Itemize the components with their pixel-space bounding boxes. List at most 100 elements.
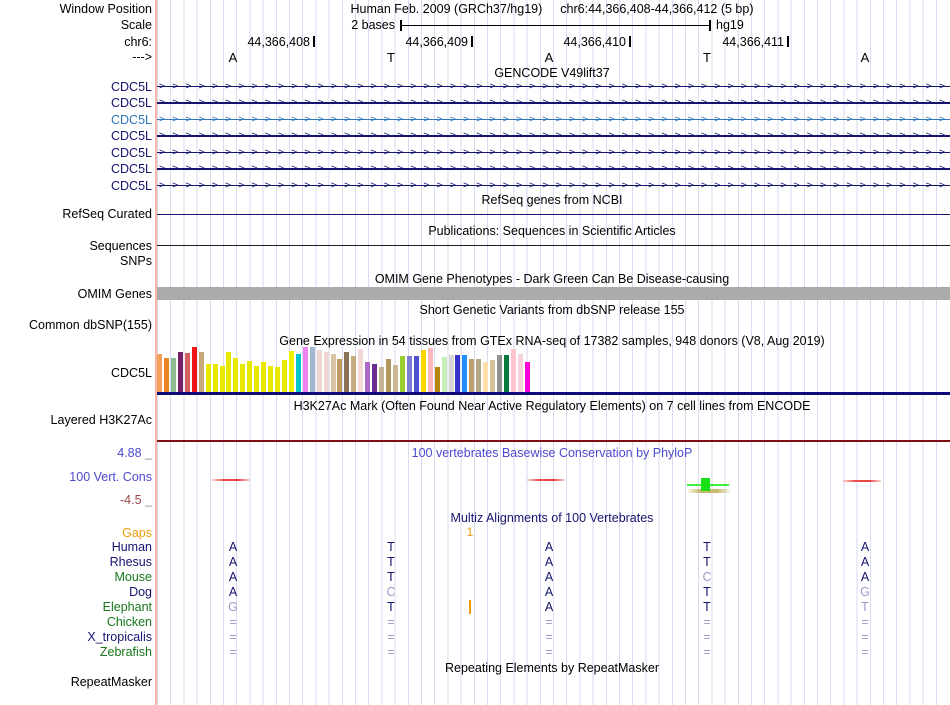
gtex-tissue-bar[interactable] <box>420 350 426 392</box>
multiz-species-row[interactable]: X_tropicalis = = = = = <box>0 630 950 645</box>
gencode-transcript-row[interactable]: >>>>>>>>>>>>>>>>>>>>>>>>>>>>>>>>>>>>>>>>… <box>157 79 950 95</box>
gencode-transcript-label[interactable]: CDC5L <box>0 79 152 95</box>
gtex-tissue-bar[interactable] <box>372 364 378 392</box>
gtex-tissue-bar[interactable] <box>295 354 301 392</box>
multiz-species-row[interactable]: Chicken = = = = = <box>0 615 950 630</box>
gtex-tissue-bar[interactable] <box>483 362 489 392</box>
gtex-tissue-bar[interactable] <box>212 364 218 392</box>
gtex-tissue-bar[interactable] <box>219 366 225 392</box>
gencode-transcript-row[interactable]: >>>>>>>>>>>>>>>>>>>>>>>>>>>>>>>>>>>>>>>>… <box>157 145 950 161</box>
gtex-tissue-bar[interactable] <box>386 359 391 392</box>
gtex-tissue-bar[interactable] <box>330 354 336 392</box>
layered-h3k27ac-label[interactable]: Layered H3K27Ac <box>0 413 152 427</box>
repeatmasker-label[interactable]: RepeatMasker <box>0 675 152 689</box>
strand-direction-label: ---> <box>132 50 152 64</box>
gtex-tissue-bar[interactable] <box>337 359 343 392</box>
gtex-gene-label[interactable]: CDC5L <box>0 366 152 380</box>
gtex-tissue-bar[interactable] <box>393 365 398 392</box>
gencode-transcript-row[interactable]: >>>>>>>>>>>>>>>>>>>>>>>>>>>>>>>>>>>>>>>>… <box>157 112 950 128</box>
gtex-tissue-bar[interactable] <box>406 356 412 392</box>
gtex-tissue-bar[interactable] <box>177 352 183 392</box>
gtex-tissue-bar[interactable] <box>261 362 267 392</box>
species-name-label[interactable]: Human <box>0 540 152 555</box>
gtex-tissue-bar[interactable] <box>288 351 294 392</box>
gtex-tissue-bar[interactable] <box>476 359 482 392</box>
gtex-tissue-bar[interactable] <box>205 364 211 392</box>
h3k27ac-signal-line <box>157 440 950 442</box>
species-name-label[interactable]: Elephant <box>0 600 152 615</box>
gtex-tissue-bar[interactable] <box>323 352 329 392</box>
gencode-transcript-label[interactable]: CDC5L <box>0 95 152 111</box>
species-name-label[interactable]: Zebrafish <box>0 645 152 660</box>
refseq-curated-label[interactable]: RefSeq Curated <box>0 207 152 221</box>
gtex-tissue-bar[interactable] <box>198 352 204 392</box>
multiz-species-row[interactable]: Zebrafish = = = = = <box>0 645 950 660</box>
gencode-transcript-row[interactable]: >>>>>>>>>>>>>>>>>>>>>>>>>>>>>>>>>>>>>>>>… <box>157 95 950 111</box>
gtex-tissue-bar[interactable] <box>157 354 162 392</box>
species-name-label[interactable]: Dog <box>0 585 152 600</box>
gtex-tissue-bar[interactable] <box>226 352 232 392</box>
gtex-tissue-bar[interactable] <box>365 362 371 392</box>
gtex-tissue-bar[interactable] <box>427 348 433 392</box>
gtex-tissue-bar[interactable] <box>441 357 447 392</box>
gtex-tissue-bar[interactable] <box>309 347 315 392</box>
gtex-tissue-bar[interactable] <box>358 349 364 392</box>
gtex-tissue-bar[interactable] <box>233 358 239 392</box>
gtex-tissue-bar[interactable] <box>524 362 530 392</box>
gencode-transcript-row[interactable]: >>>>>>>>>>>>>>>>>>>>>>>>>>>>>>>>>>>>>>>>… <box>157 178 950 194</box>
gtex-tissue-bar[interactable] <box>490 360 496 392</box>
multiz-species-row[interactable]: Rhesus A T A T A <box>0 555 950 570</box>
gtex-tissue-bar[interactable] <box>448 355 454 392</box>
refseq-gene-line[interactable] <box>157 213 950 215</box>
gtex-tissue-bar[interactable] <box>254 366 260 392</box>
gencode-transcript-label[interactable]: CDC5L <box>0 178 152 194</box>
gtex-tissue-bar[interactable] <box>247 361 253 392</box>
gtex-tissue-bar[interactable] <box>316 350 322 392</box>
species-name-label[interactable]: Chicken <box>0 615 152 630</box>
species-name-label[interactable]: X_tropicalis <box>0 630 152 645</box>
multiz-species-row[interactable]: Dog A C A T G <box>0 585 950 600</box>
gencode-transcript-label[interactable]: CDC5L <box>0 112 152 128</box>
publications-sequence-line[interactable] <box>157 244 950 246</box>
omim-genes-label[interactable]: OMIM Genes <box>0 287 152 301</box>
phylop-track-label[interactable]: 100 Vert. Cons <box>0 470 152 484</box>
multiz-species-row[interactable]: Elephant G T A T T <box>0 600 950 615</box>
gtex-tissue-bar[interactable] <box>191 347 197 392</box>
phylop-max-label: 4.88 _ <box>117 446 152 460</box>
gtex-tissue-bar[interactable] <box>170 358 176 392</box>
gencode-transcript-label[interactable]: CDC5L <box>0 128 152 144</box>
gtex-tissue-bar[interactable] <box>379 367 385 392</box>
gtex-tissue-bar[interactable] <box>504 355 509 392</box>
gtex-tissue-bar[interactable] <box>497 355 503 392</box>
gtex-tissue-bar[interactable] <box>517 354 523 392</box>
sequences-label[interactable]: Sequences <box>0 239 152 253</box>
gtex-tissue-bar[interactable] <box>455 355 461 392</box>
gtex-tissue-bar[interactable] <box>413 356 419 392</box>
multiz-species-row[interactable]: Mouse A T A C A <box>0 570 950 585</box>
gtex-tissue-bar[interactable] <box>240 364 246 392</box>
gtex-tissue-bar[interactable] <box>281 360 287 392</box>
gencode-transcript-row[interactable]: >>>>>>>>>>>>>>>>>>>>>>>>>>>>>>>>>>>>>>>>… <box>157 161 950 177</box>
gencode-transcript-label[interactable]: CDC5L <box>0 145 152 161</box>
gtex-tissue-bar[interactable] <box>510 349 516 392</box>
multiz-species-row[interactable]: Human A T A T A <box>0 540 950 555</box>
gtex-tissue-bar[interactable] <box>434 367 440 392</box>
common-dbsnp-label[interactable]: Common dbSNP(155) <box>0 318 152 332</box>
gtex-tissue-bar[interactable] <box>184 353 190 392</box>
gtex-tissue-bar[interactable] <box>462 355 468 392</box>
omim-gene-bar[interactable] <box>157 287 950 300</box>
gtex-tissue-bar[interactable] <box>399 356 405 392</box>
species-name-label[interactable]: Mouse <box>0 570 152 585</box>
gtex-tissue-bar[interactable] <box>351 356 357 392</box>
gtex-tissue-bar[interactable] <box>302 347 308 392</box>
gtex-tissue-bar[interactable] <box>163 358 169 392</box>
gencode-transcript-label[interactable]: CDC5L <box>0 161 152 177</box>
gtex-tissue-bar[interactable] <box>268 366 273 392</box>
gencode-transcript-row[interactable]: >>>>>>>>>>>>>>>>>>>>>>>>>>>>>>>>>>>>>>>>… <box>157 128 950 144</box>
snps-label[interactable]: SNPs <box>0 254 152 268</box>
species-name-label[interactable]: Rhesus <box>0 555 152 570</box>
gtex-tissue-bar[interactable] <box>275 367 280 392</box>
gtex-tissue-bar[interactable] <box>344 352 350 392</box>
gtex-tissue-bar[interactable] <box>469 359 475 392</box>
multiz-gaps-label[interactable]: Gaps <box>0 526 152 540</box>
